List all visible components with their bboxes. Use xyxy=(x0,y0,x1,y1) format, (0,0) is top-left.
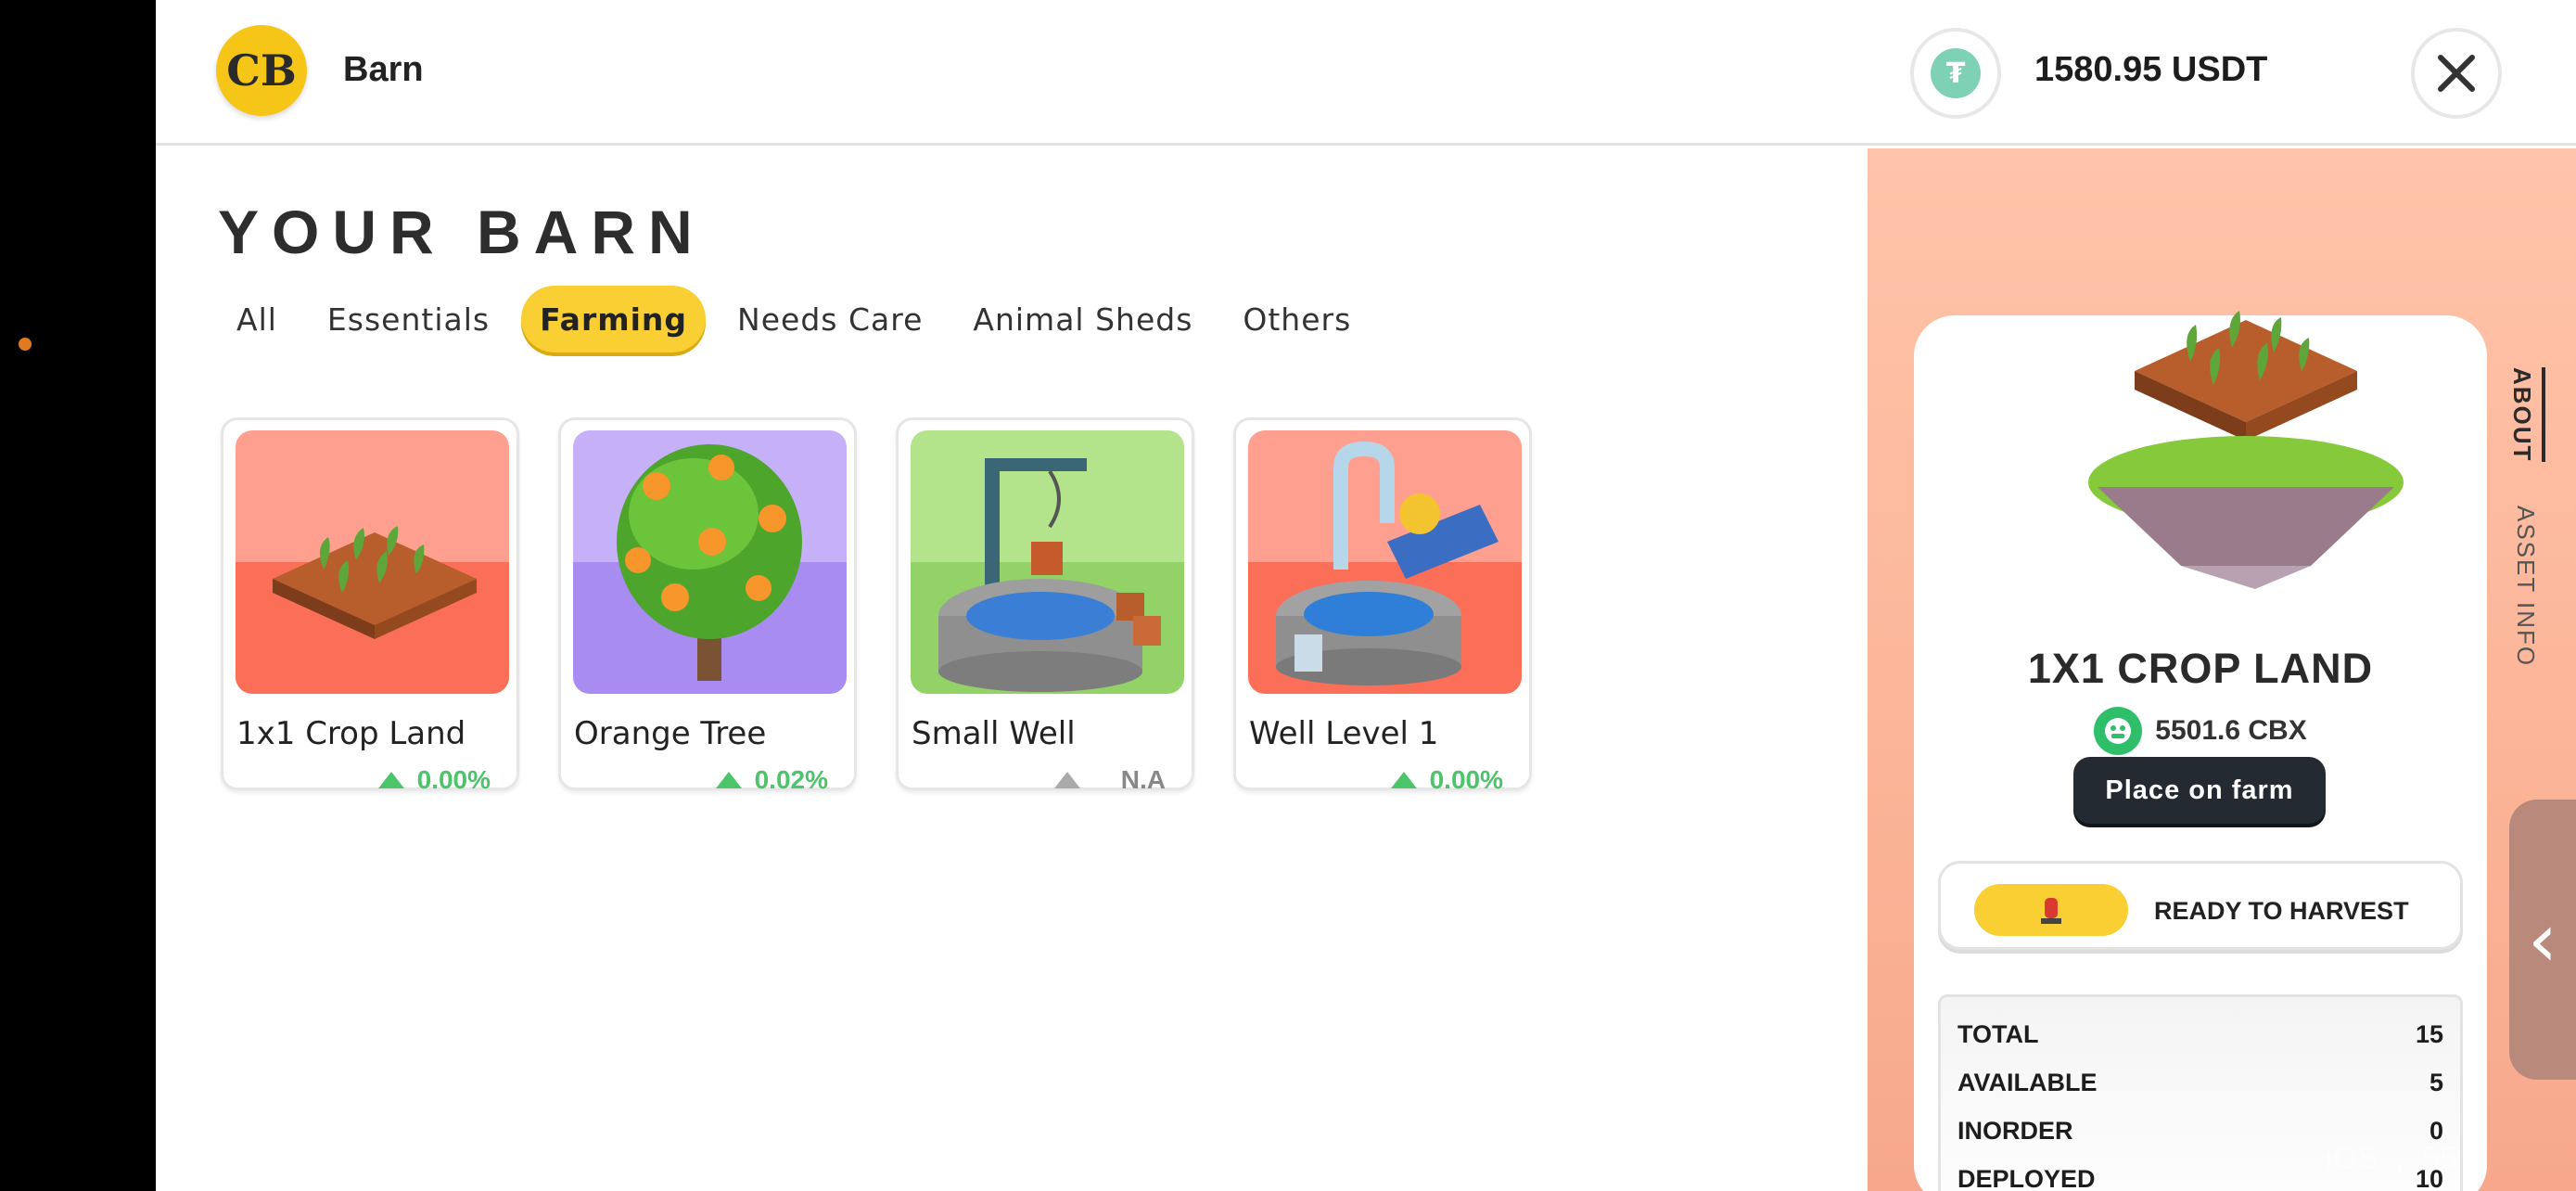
close-icon xyxy=(2438,55,2475,92)
top-bar: CB Barn ₮ 1580.95 USDT xyxy=(156,0,2576,146)
small-well-icon xyxy=(911,430,1184,694)
up-arrow-icon xyxy=(1390,772,1417,788)
cb-logo[interactable]: CB xyxy=(216,25,307,116)
place-on-farm-button[interactable]: Place on farm xyxy=(2073,757,2326,824)
orange-tree-icon xyxy=(573,430,847,694)
collapse-panel-handle[interactable]: ‹ xyxy=(2509,800,2576,1080)
tab-about[interactable]: ABOUT xyxy=(2507,367,2545,463)
item-change: 0.00% xyxy=(1390,765,1503,795)
crop-land-icon xyxy=(236,430,509,694)
stat-row-total: TOTAL 15 xyxy=(1958,1019,2443,1048)
close-button[interactable] xyxy=(2411,28,2502,119)
tab-needs-care[interactable]: Needs Care xyxy=(719,286,941,352)
tab-all[interactable]: All xyxy=(218,286,296,352)
item-change: 0.02% xyxy=(715,765,828,795)
asset-detail-card: 1X1 CROP LAND 5501.6 CBX Place on farm R… xyxy=(1914,311,2487,1191)
up-arrow-icon xyxy=(377,772,404,788)
stat-row-available: AVAILABLE 5 xyxy=(1958,1068,2443,1096)
asset-title: 1X1 CROP LAND xyxy=(2027,645,2374,692)
tab-asset-info[interactable]: ASSET INFO xyxy=(2511,506,2540,667)
up-arrow-icon xyxy=(715,772,742,788)
up-arrow-icon xyxy=(1053,772,1080,788)
item-name: Well Level 1 xyxy=(1249,715,1439,752)
cbx-coin-icon xyxy=(2094,707,2143,755)
asset-price: 5501.6 CBX xyxy=(1914,707,2487,755)
barn-main: YOUR BARN All Essentials Farming Needs C… xyxy=(156,148,1868,1191)
item-grid: 1x1 Crop Land 0.00% Orange Tree 0.02% Sm… xyxy=(221,417,1571,794)
alarm-icon xyxy=(1974,884,2128,936)
well-level-1-icon xyxy=(1248,430,1522,694)
chevron-left-icon: ‹ xyxy=(2528,896,2557,983)
item-change: N.A xyxy=(1053,765,1166,795)
item-card-orange-tree[interactable]: Orange Tree 0.02% xyxy=(558,417,857,794)
tab-animal-sheds[interactable]: Animal Sheds xyxy=(954,286,1211,352)
item-name: Small Well xyxy=(912,715,1076,752)
tab-others[interactable]: Others xyxy=(1224,286,1370,352)
item-card-crop-land[interactable]: 1x1 Crop Land 0.00% xyxy=(221,417,519,794)
category-tabs: All Essentials Farming Needs Care Animal… xyxy=(218,286,1383,352)
page-title: YOUR BARN xyxy=(218,198,706,266)
item-name: Orange Tree xyxy=(574,715,767,752)
tab-farming[interactable]: Farming xyxy=(521,286,707,352)
tab-essentials[interactable]: Essentials xyxy=(309,286,508,352)
barn-screen: CB Barn ₮ 1580.95 USDT YOUR BARN All Ess… xyxy=(156,0,2576,1191)
harvest-status-label: READY TO HARVEST xyxy=(2154,897,2409,925)
watermark: iOS ... 55 xyxy=(2326,1141,2457,1176)
screen-title: Barn xyxy=(343,50,424,89)
usdt-balance: 1580.95 USDT xyxy=(2034,50,2268,89)
detail-panel: 1X1 CROP LAND 5501.6 CBX Place on farm R… xyxy=(1868,148,2576,1191)
harvest-status: READY TO HARVEST xyxy=(1938,861,2463,950)
item-card-small-well[interactable]: Small Well N.A xyxy=(896,417,1194,794)
asset-price-value: 5501.6 CBX xyxy=(2155,715,2307,746)
tether-icon: ₮ xyxy=(1910,28,2001,119)
crop-land-island-icon xyxy=(2079,260,2413,594)
item-card-well-level-1[interactable]: Well Level 1 0.00% xyxy=(1233,417,1532,794)
item-change: 0.00% xyxy=(377,765,491,795)
camera-indicator-dot xyxy=(19,338,32,351)
item-name: 1x1 Crop Land xyxy=(236,715,466,752)
device-left-bezel xyxy=(0,0,156,1191)
